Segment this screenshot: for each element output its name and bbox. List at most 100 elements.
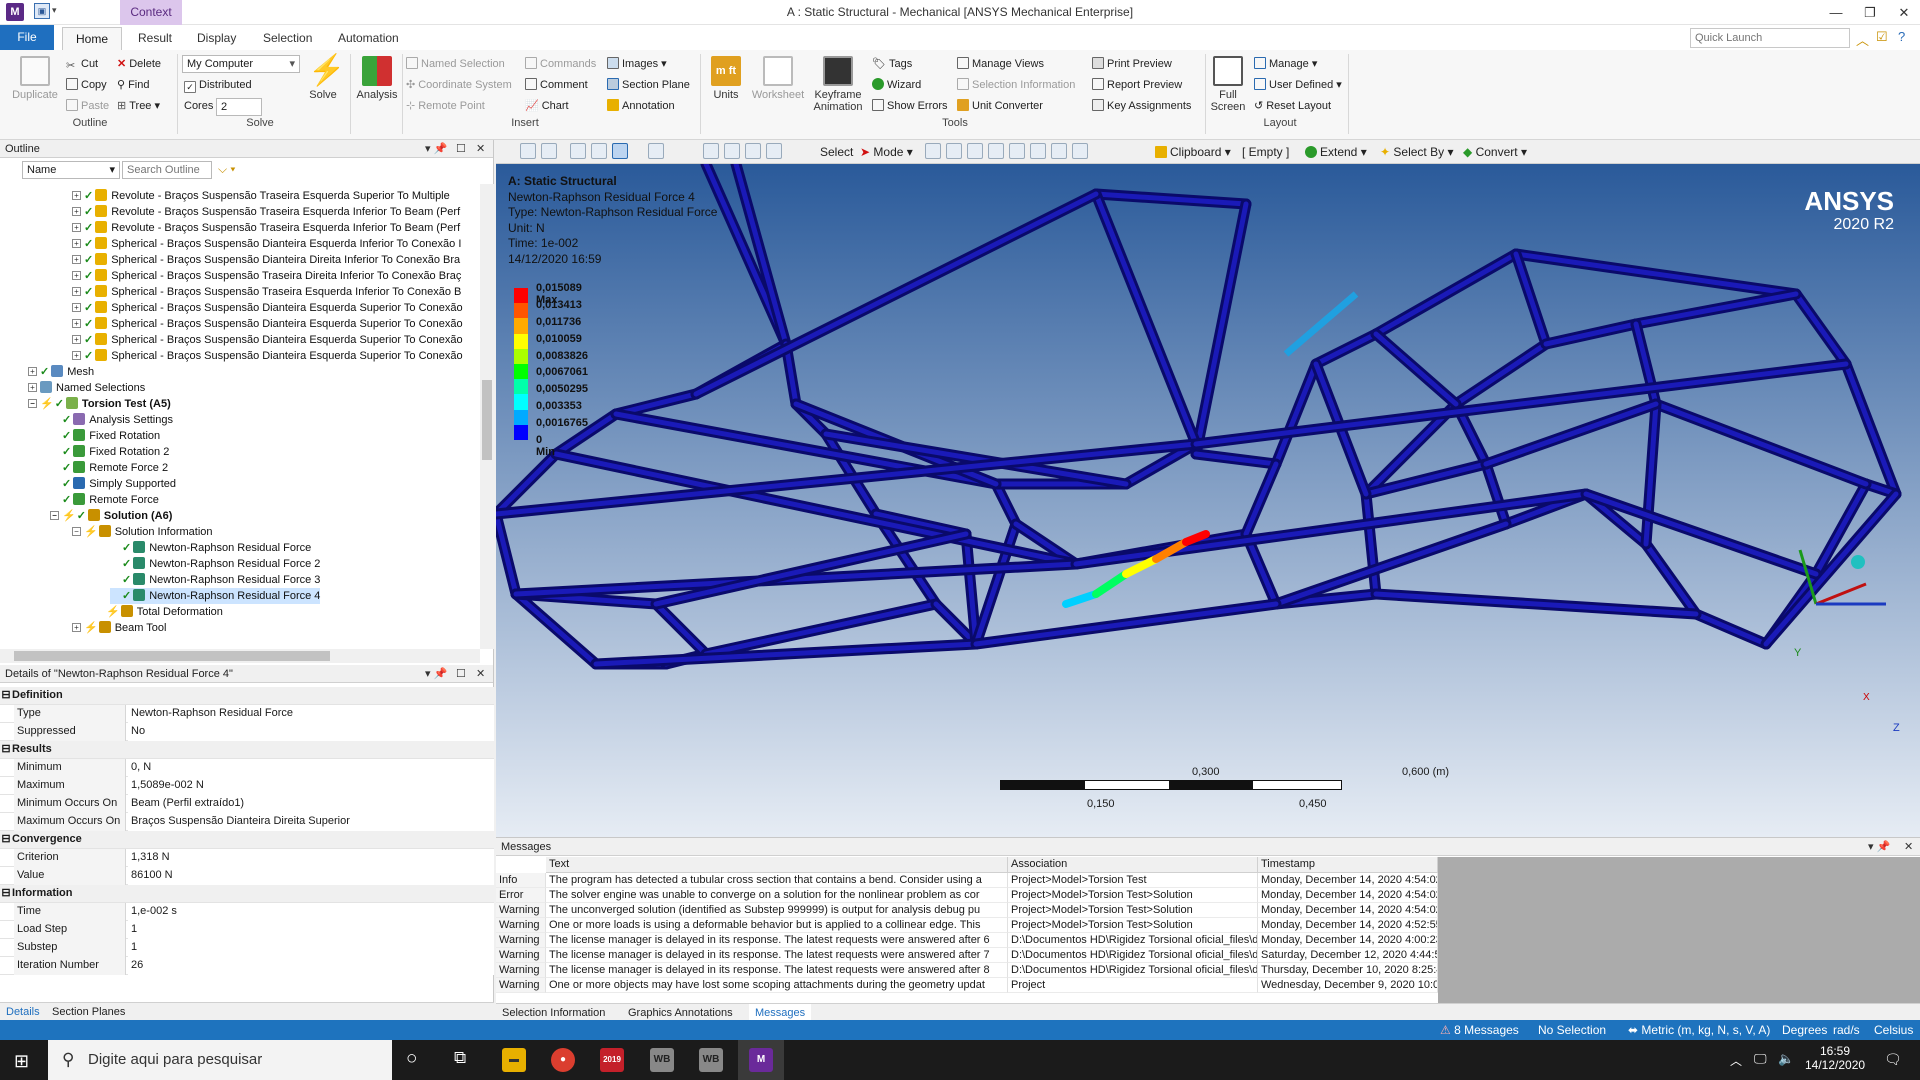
tray-chevron-icon[interactable]: ︿: [1730, 1052, 1742, 1069]
status-temperature[interactable]: Celsius: [1874, 1023, 1913, 1037]
expand-icon[interactable]: +: [72, 191, 81, 200]
paste-button[interactable]: Paste: [66, 98, 109, 115]
mechanical-app-icon[interactable]: M: [6, 3, 24, 21]
named-selection-button[interactable]: Named Selection: [406, 56, 505, 73]
extend-dropdown[interactable]: Extend ▾: [1305, 143, 1367, 161]
details-row[interactable]: Iteration Number 26: [0, 957, 494, 975]
unit-converter-button[interactable]: Unit Converter: [957, 98, 1043, 115]
message-row[interactable]: Warning One or more loads is using a defo…: [496, 918, 1438, 933]
details-value[interactable]: 86100 N: [128, 867, 494, 885]
close-panel-icon[interactable]: ✕: [476, 140, 485, 158]
message-row[interactable]: Warning One or more objects may have lost…: [496, 978, 1438, 993]
minimize-ribbon-icon[interactable]: ︿: [1856, 30, 1869, 49]
details-row[interactable]: Type Newton-Raphson Residual Force: [0, 705, 494, 723]
pin-icon[interactable]: ▾ 📌: [425, 665, 447, 683]
selection-information-button[interactable]: Selection Information: [957, 77, 1075, 94]
annotation-button[interactable]: Annotation: [607, 98, 675, 115]
solidworks-icon[interactable]: 2019: [600, 1048, 624, 1072]
save-icon[interactable]: ▣: [34, 3, 50, 19]
expand-icon[interactable]: +: [72, 271, 81, 280]
section-plane-button[interactable]: Section Plane: [607, 77, 690, 94]
details-row[interactable]: Minimum 0, N: [0, 759, 494, 777]
status-rads[interactable]: rad/s: [1833, 1023, 1860, 1037]
zoom-in-icon[interactable]: [520, 143, 536, 159]
tab-home[interactable]: Home: [62, 27, 122, 51]
keyframe-animation-button[interactable]: Keyframe Animation: [808, 56, 868, 113]
reset-layout-button[interactable]: ↺ Reset Layout: [1254, 98, 1331, 115]
wireframe-view-icon[interactable]: [591, 143, 607, 159]
details-row[interactable]: Suppressed No: [0, 723, 494, 741]
notifications-icon[interactable]: 🗨: [1884, 1051, 1902, 1068]
details-section-header[interactable]: ⊟Results: [0, 741, 494, 759]
messages-col-timestamp[interactable]: Timestamp: [1258, 857, 1438, 873]
outline-search-input[interactable]: [122, 161, 212, 179]
pan-icon[interactable]: [703, 143, 719, 159]
tab-result[interactable]: Result: [126, 27, 184, 50]
analysis-button[interactable]: Analysis: [354, 56, 400, 101]
tab-automation[interactable]: Automation: [326, 27, 411, 50]
mode-dropdown[interactable]: ➤ Mode ▾: [860, 143, 913, 161]
feedback-icon[interactable]: ☑: [1876, 29, 1888, 45]
collapse-icon[interactable]: −: [50, 511, 59, 520]
minimize-button[interactable]: —: [1818, 0, 1854, 25]
tree-item[interactable]: − ⚡✓ Torsion Test (A5): [28, 396, 171, 412]
mechanical-taskbar-icon[interactable]: M: [749, 1048, 773, 1072]
select-node-icon[interactable]: [1030, 143, 1046, 159]
select-body-icon[interactable]: [988, 143, 1004, 159]
tree-item[interactable]: + ✓ Spherical - Braços Suspensão Dianteira…: [72, 300, 463, 316]
view-orientation-sphere[interactable]: [1851, 555, 1865, 569]
outline-name-filter[interactable]: Name ▾: [22, 161, 120, 179]
tab-selection[interactable]: Selection: [251, 27, 324, 50]
copy-button[interactable]: Copy: [66, 77, 107, 94]
select-element-icon[interactable]: [1009, 143, 1025, 159]
tree-item[interactable]: + ⚡ Beam Tool: [72, 620, 166, 636]
filter-icon[interactable]: ⌵ ▾: [218, 162, 235, 177]
cut-button[interactable]: ✂ Cut: [66, 56, 98, 73]
details-section-header[interactable]: ⊟Convergence: [0, 831, 494, 849]
message-row[interactable]: Warning The license manager is delayed in…: [496, 963, 1438, 978]
expand-icon[interactable]: +: [72, 223, 81, 232]
details-section-header[interactable]: ⊟Information: [0, 885, 494, 903]
user-defined-button[interactable]: User Defined ▾: [1254, 77, 1342, 94]
tags-button[interactable]: 🏷 Tags: [872, 56, 912, 73]
tree-item[interactable]: + ✓ Mesh: [28, 364, 94, 380]
select-mesh-icon[interactable]: [1051, 143, 1067, 159]
details-value[interactable]: 1,e-002 s: [128, 903, 494, 921]
color-legend-bar[interactable]: [514, 288, 528, 440]
tree-item[interactable]: ✓ Newton-Raphson Residual Force 2: [110, 556, 320, 572]
zoom-box-icon[interactable]: [724, 143, 740, 159]
convert-dropdown[interactable]: ◆ Convert ▾: [1463, 143, 1527, 161]
maximize-icon[interactable]: ☐: [456, 665, 466, 683]
tree-item[interactable]: ⚡ Total Deformation: [94, 604, 223, 620]
remote-point-button[interactable]: ⊹ Remote Point: [406, 98, 485, 115]
message-row[interactable]: Warning The license manager is delayed in…: [496, 933, 1438, 948]
worksheet-button[interactable]: Worksheet: [750, 56, 806, 101]
message-row[interactable]: Info The program has detected a tubular c…: [496, 873, 1438, 888]
taskbar-search-box[interactable]: Digite aqui para pesquisar: [48, 1040, 392, 1080]
tab-file[interactable]: File: [0, 25, 54, 50]
details-value[interactable]: 1,5089e-002 N: [128, 777, 494, 795]
expand-icon[interactable]: +: [72, 287, 81, 296]
help-icon[interactable]: ?: [1898, 29, 1905, 44]
status-degrees[interactable]: Degrees: [1782, 1023, 1827, 1037]
tree-item[interactable]: + ✓ Spherical - Braços Suspensão Dianteira…: [72, 316, 463, 332]
tree-item[interactable]: + ✓ Spherical - Braços Suspensão Traseira …: [72, 268, 461, 284]
expand-icon[interactable]: +: [72, 319, 81, 328]
close-button[interactable]: ✕: [1886, 0, 1920, 25]
select-by-dropdown[interactable]: ✦ Select By ▾: [1380, 143, 1453, 161]
details-row[interactable]: Maximum Occurs On Braços Suspensão Diante…: [0, 813, 494, 831]
chart-button[interactable]: 📈 Chart: [525, 98, 569, 115]
key-assignments-button[interactable]: Key Assignments: [1092, 98, 1191, 115]
details-row[interactable]: Substep 1: [0, 939, 494, 957]
details-row[interactable]: Minimum Occurs On Beam (Perfil extraído1): [0, 795, 494, 813]
message-row[interactable]: Warning The unconverged solution (identif…: [496, 903, 1438, 918]
tab-display[interactable]: Display: [185, 27, 248, 50]
select-face-icon[interactable]: [967, 143, 983, 159]
report-preview-button[interactable]: Report Preview: [1092, 77, 1182, 94]
details-value[interactable]: 26: [128, 957, 494, 975]
message-row[interactable]: Error The solver engine was unable to con…: [496, 888, 1438, 903]
details-value[interactable]: 1: [128, 921, 494, 939]
print-preview-button[interactable]: Print Preview: [1092, 56, 1172, 73]
distributed-checkbox[interactable]: ✓ Distributed: [184, 77, 252, 94]
tree-item[interactable]: ✓ Newton-Raphson Residual Force 4: [110, 588, 321, 604]
